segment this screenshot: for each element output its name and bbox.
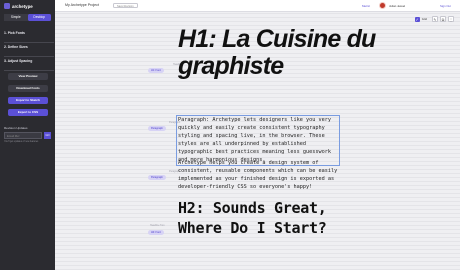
grid-label: Grid	[421, 17, 427, 21]
h2-style-tag[interactable]: H2: Font	[148, 230, 164, 235]
paragraph-sample-2[interactable]: Archetype helps you create a design syst…	[178, 160, 338, 192]
export-css-button[interactable]: Export to CSS	[8, 109, 48, 116]
email-submit-button[interactable]: GO	[44, 132, 51, 139]
project-title[interactable]: My Archetype Project	[65, 3, 99, 7]
mode-simple-button[interactable]: Simple	[4, 14, 28, 21]
h2-style-label: Headline Two	[150, 224, 165, 227]
revision-updates: Revision Updates Email Me! GO You'll get…	[4, 126, 51, 143]
brand[interactable]: archetype	[4, 3, 33, 9]
top-bar: My Archetype Project Save Revision Metri…	[55, 0, 460, 12]
sign-out-link[interactable]: Sign Out	[440, 4, 451, 8]
avatar[interactable]	[379, 2, 386, 9]
export-actions: View Preview Download Fonts Export to Sk…	[8, 73, 48, 121]
h1-sample[interactable]: H1: La Cuisine du graphiste	[178, 26, 378, 80]
export-sketch-button[interactable]: Export to Sketch	[8, 97, 48, 104]
view-preview-button[interactable]: View Preview	[8, 73, 48, 80]
step-pick-fonts[interactable]: 1. Pick Fonts	[4, 29, 54, 43]
more-icon[interactable]: ⋮	[448, 16, 454, 22]
p2-style-tag[interactable]: Paragraph	[148, 175, 166, 180]
steps-list: 1. Pick Fonts 2. Define Sizes 3. Adjust …	[4, 29, 54, 71]
sidebar: archetype Simple Desktop 1. Pick Fonts 2…	[0, 0, 55, 270]
step-adjust-spacing[interactable]: 3. Adjust Spacing	[4, 57, 54, 71]
pen-icon[interactable]: ✎	[432, 16, 438, 22]
step-define-sizes[interactable]: 2. Define Sizes	[4, 43, 54, 57]
p1-style-tag[interactable]: Paragraph	[148, 126, 166, 131]
copy-icon[interactable]: ⧉	[440, 16, 446, 22]
mode-toggle: Simple Desktop	[4, 14, 51, 21]
download-fonts-button[interactable]: Download Fonts	[8, 85, 48, 92]
h2-sample[interactable]: H2: Sounds Great, Where Do I Start?	[178, 198, 358, 238]
user-name: Julian Jessel	[389, 3, 406, 8]
archetype-logo-icon	[4, 3, 10, 9]
paragraph-sample-1[interactable]: Paragraph: Archetype lets designers like…	[176, 114, 340, 167]
h1-style-tag[interactable]: H1: Font	[148, 68, 164, 73]
metric-toggle[interactable]: Metric	[362, 4, 370, 8]
revision-note: You'll get updates of new features	[4, 141, 39, 143]
canvas-toolbar: ✓ Grid ✎ ⧉ ⋮	[414, 16, 454, 22]
mode-desktop-button[interactable]: Desktop	[27, 14, 51, 21]
app-name: archetype	[12, 3, 33, 9]
grid-checkbox[interactable]: ✓	[414, 16, 420, 22]
email-input[interactable]: Email Me!	[4, 132, 42, 139]
save-revision-button[interactable]: Save Revision	[113, 3, 138, 8]
revision-label: Revision Updates	[4, 126, 28, 130]
